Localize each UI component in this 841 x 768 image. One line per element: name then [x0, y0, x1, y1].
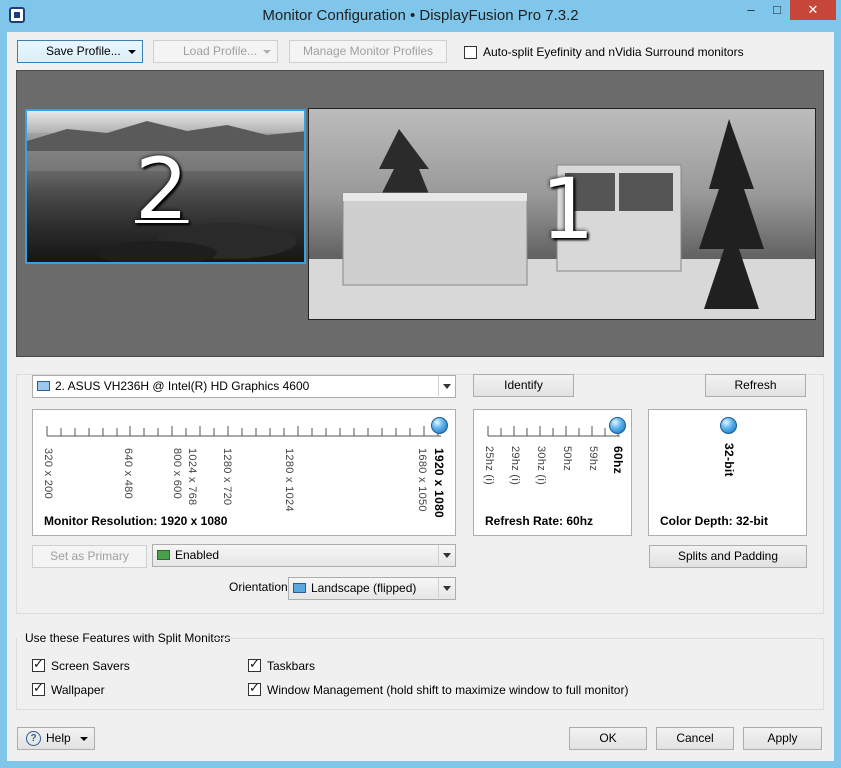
orientation-dropdown[interactable]: Landscape (flipped): [288, 577, 456, 600]
refresh-rate-tick-label: 50hz: [561, 446, 573, 472]
refresh-rate-tick-label: 30hz (i): [535, 446, 547, 486]
wallpaper-checkbox[interactable]: [32, 681, 45, 696]
auto-split-checkbox[interactable]: [464, 46, 477, 59]
orientation-label: Orientation:: [229, 580, 292, 594]
splits-and-padding-button[interactable]: Splits and Padding: [649, 545, 807, 568]
divider: [214, 638, 824, 639]
selected-monitor-label: 2. ASUS VH236H @ Intel(R) HD Graphics 46…: [55, 379, 310, 393]
resolution-tick-label: 1024 x 768: [186, 448, 198, 506]
enabled-value: Enabled: [175, 548, 220, 562]
chevron-down-icon: [128, 50, 136, 54]
ok-button[interactable]: OK: [569, 727, 647, 750]
features-group: [16, 638, 824, 710]
landscape-icon: [293, 583, 306, 593]
monitor-enabled-icon: [157, 550, 170, 560]
refresh-rate-selected-label: 60hz: [611, 446, 625, 474]
resolution-panel: 320 x 200 640 x 480 800 x 600 1024 x 768…: [32, 409, 456, 536]
monitor-1-preview[interactable]: 1: [308, 108, 816, 320]
maximize-button[interactable]: □: [764, 0, 790, 20]
resolution-slider-track[interactable]: [33, 424, 457, 444]
monitor-1-number: 1: [541, 160, 595, 258]
chevron-down-icon: [438, 545, 455, 565]
refresh-rate-tick-label: 59hz: [587, 446, 599, 472]
apply-button[interactable]: Apply: [743, 727, 822, 750]
refresh-rate-tick-label: 25hz (i): [483, 446, 495, 486]
monitor-resolution-label: Monitor Resolution: 1920 x 1080: [44, 514, 228, 528]
color-depth-label: Color Depth: 32-bit: [660, 514, 768, 528]
resolution-selected-label: 1920 x 1080: [432, 448, 446, 519]
monitor-2-preview[interactable]: 2: [25, 109, 306, 264]
load-profile-label: Load Profile...: [183, 44, 258, 58]
load-profile-button[interactable]: Load Profile...: [153, 40, 278, 63]
set-as-primary-button[interactable]: Set as Primary: [32, 545, 147, 568]
refresh-rate-tick-label: 29hz (i): [509, 446, 521, 486]
help-label: Help: [46, 731, 71, 745]
refresh-rate-slider-thumb[interactable]: [609, 417, 626, 434]
window-title: Monitor Configuration • DisplayFusion Pr…: [262, 7, 579, 24]
chevron-down-icon: [263, 50, 271, 54]
screen-savers-checkbox[interactable]: [32, 657, 45, 672]
monitor-select-dropdown[interactable]: 2. ASUS VH236H @ Intel(R) HD Graphics 46…: [32, 375, 456, 398]
close-button[interactable]: ✕: [790, 0, 836, 20]
title-bar: Monitor Configuration • DisplayFusion Pr…: [0, 0, 841, 32]
resolution-tick-label: 1280 x 720: [221, 448, 233, 506]
minimize-button[interactable]: –: [738, 0, 764, 20]
manage-monitor-profiles-button[interactable]: Manage Monitor Profiles: [289, 40, 447, 63]
resolution-tick-label: 640 x 480: [122, 448, 134, 500]
refresh-button[interactable]: Refresh: [705, 374, 806, 397]
resolution-tick-label: 1280 x 1024: [283, 448, 295, 512]
resolution-slider-thumb[interactable]: [431, 417, 448, 434]
orientation-value: Landscape (flipped): [311, 581, 417, 595]
monitor-2-number: 2: [135, 140, 189, 238]
window-management-checkbox[interactable]: [248, 681, 261, 696]
resolution-tick-label: 320 x 200: [42, 448, 54, 500]
window-management-label: Window Management (hold shift to maximiz…: [267, 683, 629, 697]
chevron-down-icon: [438, 376, 455, 396]
refresh-rate-panel: 25hz (i) 29hz (i) 30hz (i) 50hz 59hz 60h…: [473, 409, 632, 536]
monitor-icon: [37, 381, 50, 391]
color-depth-selected-label: 32-bit: [722, 443, 736, 477]
help-button[interactable]: ? Help: [17, 727, 95, 750]
auto-split-label: Auto-split Eyefinity and nVidia Surround…: [483, 45, 744, 59]
monitor-layout-canvas: 2 1: [16, 70, 824, 357]
save-profile-button[interactable]: Save Profile...: [17, 40, 143, 63]
refresh-rate-label: Refresh Rate: 60hz: [485, 514, 594, 528]
taskbars-label: Taskbars: [267, 659, 316, 673]
save-profile-label: Save Profile...: [46, 44, 121, 58]
chevron-down-icon: [438, 578, 455, 598]
enabled-dropdown[interactable]: Enabled: [152, 544, 456, 567]
client-area: Save Profile... Load Profile... Manage M…: [7, 32, 834, 761]
taskbars-checkbox[interactable]: [248, 657, 261, 672]
identify-button[interactable]: Identify: [473, 374, 574, 397]
chevron-down-icon: [80, 737, 88, 741]
monitor-configuration-window: Monitor Configuration • DisplayFusion Pr…: [0, 0, 841, 768]
resolution-tick-label: 800 x 600: [171, 448, 183, 500]
cancel-button[interactable]: Cancel: [656, 727, 734, 750]
resolution-tick-label: 1680 x 1050: [416, 448, 428, 512]
wallpaper-label: Wallpaper: [51, 683, 105, 697]
color-depth-panel: 32-bit Color Depth: 32-bit: [648, 409, 807, 536]
screen-savers-label: Screen Savers: [51, 659, 130, 673]
color-depth-slider-thumb[interactable]: [720, 417, 737, 434]
help-icon: ?: [26, 731, 41, 746]
